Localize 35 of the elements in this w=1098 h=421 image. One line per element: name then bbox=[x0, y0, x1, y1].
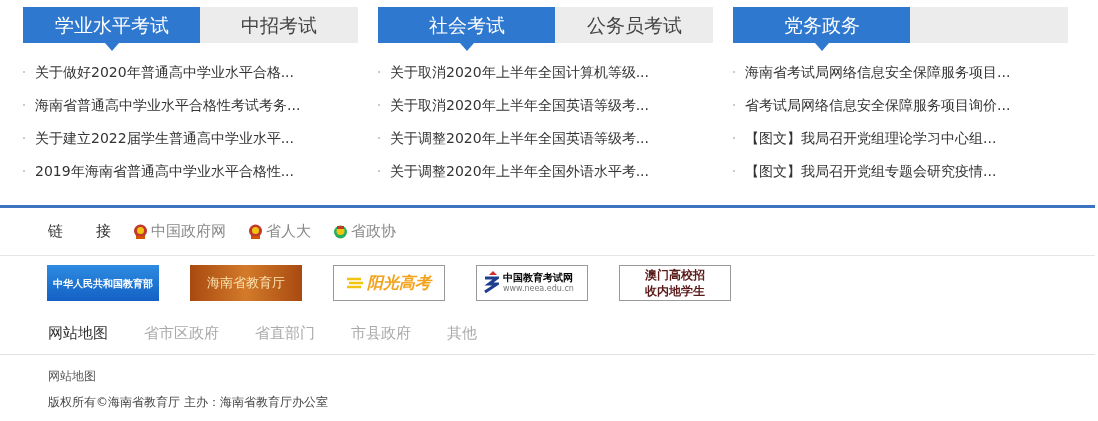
pointer-icon bbox=[459, 43, 474, 51]
news-link[interactable]: 关于调整2020年上半年全国英语等级考... bbox=[390, 128, 649, 148]
link[interactable]: 省政协 bbox=[351, 220, 396, 243]
news-link[interactable]: 关于做好2020年普通高中学业水平合格... bbox=[35, 62, 294, 82]
sitemap-tab[interactable]: 网站地图 bbox=[48, 321, 108, 345]
news-link[interactable]: 【图文】我局召开党组理论学习中心组... bbox=[745, 128, 997, 148]
link[interactable]: 中国政府网 bbox=[151, 220, 226, 243]
news-link[interactable]: 海南省考试局网络信息安全保障服务项目... bbox=[745, 62, 1011, 82]
banner-text: 澳门高校招 bbox=[645, 267, 705, 283]
copyright-text: 版权所有©海南省教育厅 主办：海南省教育厅办公室 bbox=[48, 395, 329, 409]
news-link[interactable]: 关于调整2020年上半年全国外语水平考... bbox=[390, 161, 649, 181]
news-link[interactable]: 2019年海南省普通高中学业水平合格性... bbox=[35, 161, 294, 181]
emblem-icon bbox=[248, 223, 263, 240]
emblem-icon bbox=[333, 223, 348, 240]
banner-link[interactable]: 澳门高校招 收内地学生 bbox=[619, 265, 731, 301]
pointer-icon bbox=[104, 43, 119, 51]
banner-text: www.neea.edu.cn bbox=[503, 283, 574, 294]
banner-text: 收内地学生 bbox=[645, 283, 705, 299]
news-link[interactable]: 海南省普通高中学业水平合格性考试考务... bbox=[35, 95, 301, 115]
news-link[interactable]: 【图文】我局召开党组专题会研究疫情... bbox=[745, 161, 997, 181]
logo-icon bbox=[483, 270, 499, 296]
banner-link[interactable]: 中国教育考试网 www.neea.edu.cn bbox=[476, 265, 588, 301]
links-label: 接 bbox=[96, 221, 111, 243]
link[interactable]: 省人大 bbox=[266, 220, 311, 243]
links-label: 链 bbox=[48, 221, 63, 243]
pointer-icon bbox=[814, 43, 829, 51]
emblem-icon bbox=[133, 223, 148, 240]
banner-text: 阳光高考 bbox=[367, 272, 431, 294]
news-link[interactable]: 关于取消2020年上半年全国英语等级考... bbox=[390, 95, 649, 115]
news-link[interactable]: 关于建立2022届学生普通高中学业水平... bbox=[35, 128, 294, 148]
banner-link[interactable]: 中华人民共和国教育部 bbox=[47, 265, 159, 301]
banner-text: 中国教育考试网 bbox=[503, 272, 574, 283]
footer-link[interactable]: 网站地图 bbox=[48, 369, 1098, 383]
news-link[interactable]: 关于取消2020年上半年全国计算机等级... bbox=[390, 62, 649, 82]
news-link[interactable]: 省考试局网络信息安全保障服务项目询价... bbox=[745, 95, 1011, 115]
